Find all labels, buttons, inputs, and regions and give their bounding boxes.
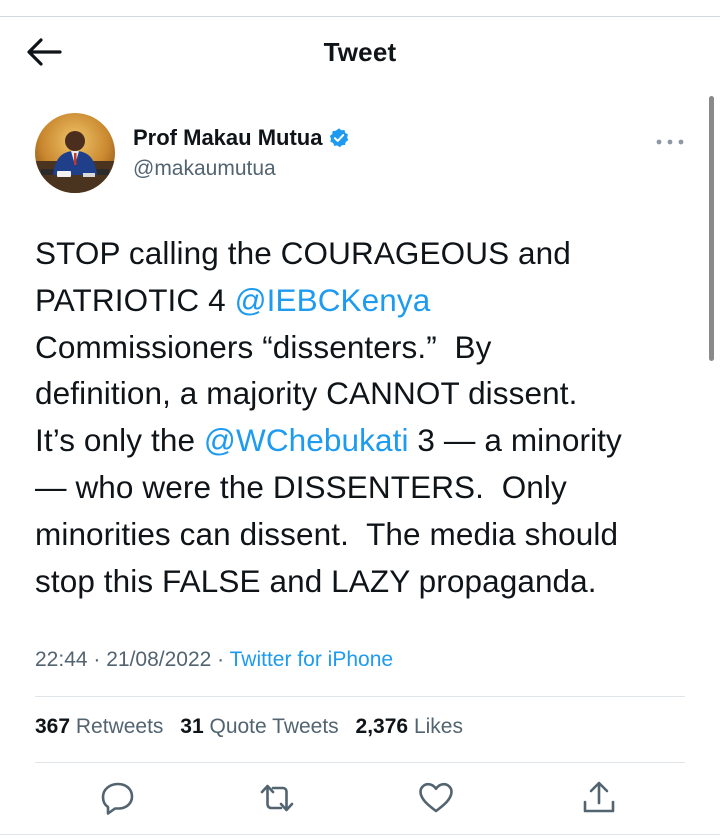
mention-link[interactable]: @WChebukati [204, 422, 409, 458]
tweet-text-segment: It’s only the [35, 422, 204, 459]
tweet-text-line: STOP calling the COURAGEOUS and [35, 230, 705, 277]
tweet-text-segment: stop this FALSE and LAZY propaganda. [35, 562, 597, 599]
likes-label: Likes [413, 715, 463, 738]
author-name[interactable]: Prof Makau Mutua [133, 125, 322, 151]
divider [35, 762, 685, 763]
scrollbar[interactable] [709, 96, 714, 361]
meta-separator: · [211, 648, 230, 671]
tweet-stats: 367 Retweets 31 Quote Tweets 2,376 Likes [35, 715, 474, 739]
retweets-count: 367 [35, 715, 71, 738]
mention-link[interactable]: @IEBCKenya [235, 282, 431, 318]
tweet-text-line: definition, a majority CANNOT dissent. [35, 370, 705, 417]
tweet-text-segment: PATRIOTIC 4 [35, 281, 235, 318]
tweet-text-segment: STOP calling the COURAGEOUS and [35, 235, 571, 271]
action-bar [0, 778, 720, 822]
reply-icon [101, 782, 134, 815]
tweet-text-line: It’s only the @WChebukati 3 — a minority [35, 417, 705, 464]
tweet-text-segment: minorities can dissent. The media should [35, 515, 619, 552]
tweet-text-segment: 3 — a minority [408, 422, 622, 459]
retweet-button[interactable] [257, 778, 297, 818]
more-horizontal-icon [656, 139, 684, 145]
quote-tweets-count: 31 [180, 715, 204, 738]
tweet-source-link[interactable]: Twitter for iPhone [230, 648, 393, 671]
reply-button[interactable] [98, 778, 138, 818]
like-icon [419, 782, 453, 813]
more-button[interactable] [655, 135, 685, 147]
quote-tweets-stat[interactable]: 31 Quote Tweets [180, 715, 338, 739]
tweet-text-segment: definition, a majority CANNOT dissent. [35, 375, 578, 412]
retweets-stat[interactable]: 367 Retweets [35, 715, 163, 739]
tweet-text-line: minorities can dissent. The media should [35, 511, 705, 558]
share-icon [583, 781, 615, 813]
tweet-text: STOP calling the COURAGEOUS and PATRIOTIC… [35, 230, 705, 604]
divider [35, 696, 685, 697]
tweet-text-line: stop this FALSE and LAZY propaganda. [35, 558, 705, 605]
likes-count: 2,376 [355, 715, 409, 738]
tweet-text-segment: — who were the DISSENTERS. Only [35, 468, 567, 505]
tweet-text-line: — who were the DISSENTERS. Only [35, 464, 705, 511]
like-button[interactable] [416, 778, 456, 818]
meta-separator: · [87, 648, 107, 671]
avatar[interactable] [35, 113, 115, 193]
author-name-row: Prof Makau Mutua [133, 125, 350, 151]
page-title: Tweet [323, 37, 397, 67]
tweet-text-line: Commissioners “dissenters.” By [35, 324, 705, 371]
tweet-text-line: PATRIOTIC 4 @IEBCKenya [35, 277, 705, 324]
likes-stat[interactable]: 2,376 Likes [356, 715, 463, 739]
author-handle: @makaumutua [133, 157, 276, 180]
share-button[interactable] [579, 778, 619, 818]
tweet-meta: 22:44 · 21/08/2022 · Twitter for iPhone [35, 648, 393, 672]
bottom-border [0, 834, 720, 835]
avatar-image [35, 113, 115, 193]
tweet-time: 22:44 [35, 648, 88, 671]
quote-tweets-label: Quote Tweets [209, 715, 339, 738]
tweet-date: 21/08/2022 [106, 648, 212, 671]
retweets-label: Retweets [75, 715, 164, 738]
retweet-icon [260, 784, 294, 812]
verified-badge-icon [330, 128, 349, 148]
tweet-text-segment: Commissioners “dissenters.” By [35, 328, 492, 365]
header-bar: Tweet [0, 17, 720, 87]
tweet-author: Prof Makau Mutua @makaumutua [35, 113, 695, 203]
